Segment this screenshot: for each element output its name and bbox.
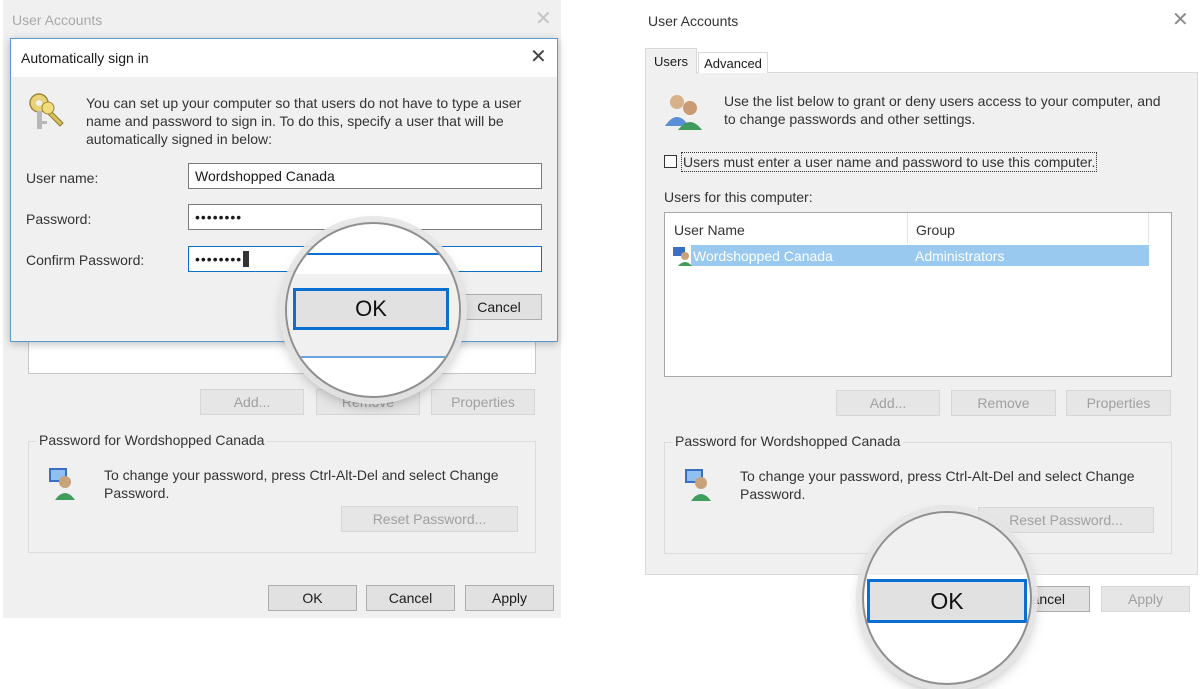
left-reset-password-button[interactable]: Reset Password... [341, 506, 518, 532]
left-close-icon[interactable]: ✕ [535, 9, 552, 29]
row-group: Administrators [915, 248, 1005, 264]
tab-users-label: Users [654, 54, 688, 69]
confirm-password-label: Confirm Password: [26, 252, 145, 268]
users-group-icon [665, 95, 702, 130]
keys-icon [29, 93, 64, 129]
left-properties-button[interactable]: Properties [431, 389, 535, 415]
lens-panel-bg [864, 513, 1030, 575]
right-properties-button[interactable]: Properties [1066, 390, 1171, 416]
left-cancel-button[interactable]: Cancel [366, 585, 455, 611]
autosignin-close-icon[interactable]: ✕ [530, 47, 547, 67]
right-intro-text: Use the list below to grant or deny user… [724, 93, 1161, 127]
column-user-name-label: User Name [674, 222, 745, 238]
autosignin-cancel-button[interactable]: Cancel [456, 294, 542, 320]
password-label: Password: [26, 211, 92, 227]
left-ok-button[interactable]: OK [268, 585, 357, 611]
autosignin-title: Automatically sign in [21, 50, 149, 66]
tab-advanced[interactable]: Advanced [698, 52, 768, 73]
right-password-group-label: Password for Wordshopped Canada [672, 433, 904, 449]
left-window-title: User Accounts [12, 12, 103, 28]
autosignin-dialog: Automatically sign in ✕ You can set up y… [10, 38, 558, 342]
column-header-group[interactable]: Group [908, 213, 1149, 243]
left-users-list-box [28, 338, 536, 374]
left-add-button[interactable]: Add... [200, 389, 304, 415]
lens-field-edge [287, 253, 459, 255]
username-field[interactable]: Wordshopped Canada [188, 163, 542, 189]
user-icon [685, 469, 711, 501]
require-password-label[interactable]: Users must enter a user name and passwor… [680, 152, 1098, 172]
table-row[interactable]: Wordshopped Canada Administrators [691, 245, 1149, 266]
right-ok-button[interactable]: OK [867, 579, 1027, 623]
row-user-name: Wordshopped Canada [693, 248, 833, 264]
text-cursor [243, 251, 250, 267]
users-list-label: Users for this computer: [664, 189, 813, 205]
autosignin-description: You can set up your computer so that use… [86, 95, 522, 147]
require-password-checkbox[interactable] [664, 155, 677, 168]
right-window-title: User Accounts [648, 13, 739, 29]
column-header-user-name[interactable]: User Name [665, 213, 908, 243]
row-user-icon [673, 247, 692, 266]
right-password-text: To change your password, press Ctrl-Alt-… [740, 468, 1135, 502]
lens-dialog-bottom-edge [287, 356, 459, 358]
right-magnifier-lens: OK [862, 511, 1032, 685]
right-cancel-label: ancel [1031, 591, 1065, 607]
confirm-password-value: •••••••• [195, 251, 243, 267]
users-list[interactable]: User Name Group Wordshopped Canada Admin… [664, 212, 1172, 377]
right-remove-button[interactable]: Remove [951, 390, 1056, 416]
right-close-icon[interactable]: ✕ [1172, 10, 1189, 30]
left-apply-button[interactable]: Apply [465, 585, 554, 611]
right-add-button[interactable]: Add... [836, 390, 940, 416]
left-password-text: To change your password, press Ctrl-Alt-… [104, 467, 499, 501]
left-magnifier-lens: OK [285, 222, 461, 398]
tab-advanced-label: Advanced [704, 55, 762, 71]
tab-users[interactable]: Users [645, 48, 697, 74]
autosignin-ok-button[interactable]: OK [293, 288, 449, 330]
username-label: User name: [26, 170, 99, 186]
left-password-group-label: Password for Wordshopped Canada [36, 432, 268, 448]
right-apply-button[interactable]: Apply [1101, 586, 1190, 612]
user-icon [49, 468, 75, 500]
column-group-label: Group [916, 222, 955, 238]
